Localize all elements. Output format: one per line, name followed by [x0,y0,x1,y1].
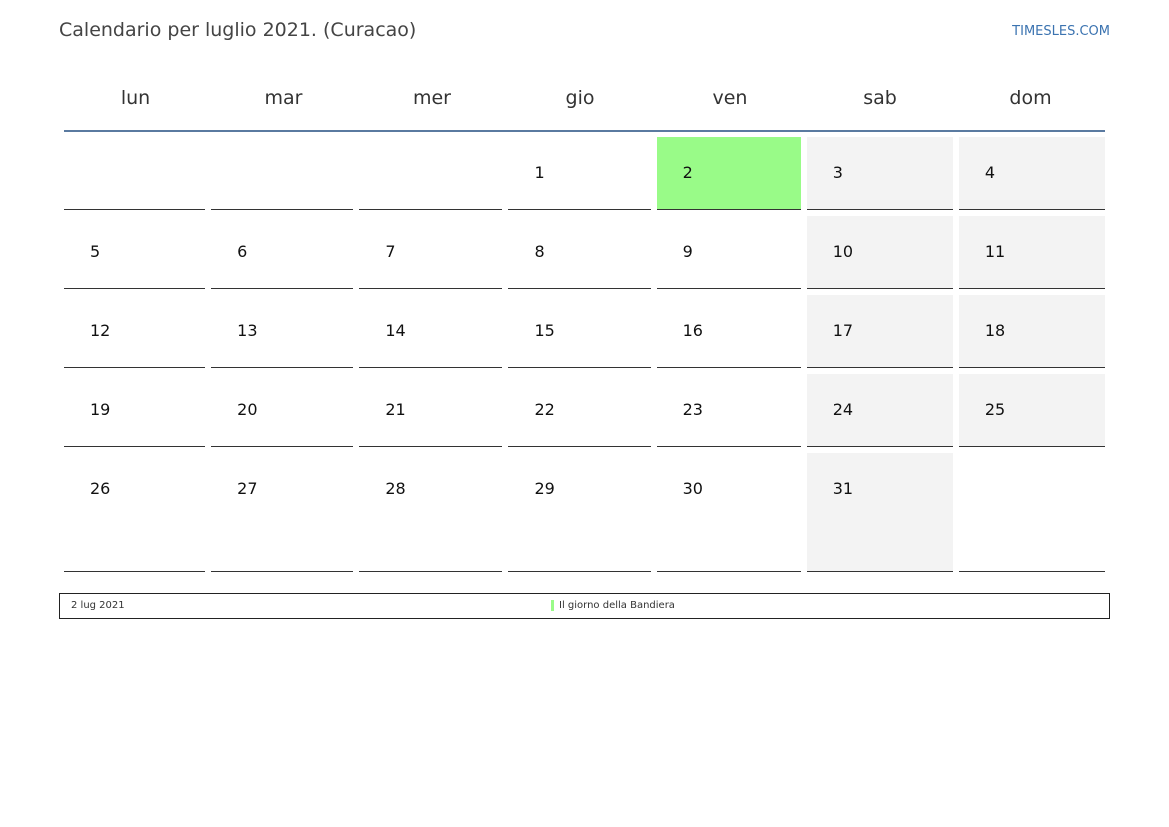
day-number: 29 [534,479,555,498]
weekday-label: gio [565,87,595,109]
calendar-empty-cell [958,453,1105,572]
calendar-day[interactable]: 26 [64,453,206,572]
calendar-week-row: 5 6 7 8 9 10 11 [64,216,1105,289]
calendar-day[interactable]: 24 [806,374,953,447]
day-number: 4 [984,163,996,182]
calendar-day[interactable]: 7 [359,216,503,289]
calendar-day[interactable]: 1 [508,137,651,210]
weekday-label: mar [264,87,303,109]
legend-holiday-name: Il giorno della Bandiera [559,600,675,611]
day-number: 2 [682,163,693,182]
calendar-week-row: 26 27 28 29 30 31 [64,453,1105,572]
day-number: 10 [832,242,854,261]
day-number: 7 [385,242,396,261]
calendar: lun mar mer gio ven sab dom 1 2 3 4 5 6 7 8 9 10 1… [64,75,1105,578]
calendar-day[interactable]: 8 [508,216,651,289]
calendar-day[interactable]: 13 [211,295,354,368]
day-number: 23 [682,400,703,419]
day-number: 22 [534,400,555,419]
calendar-week-row: 1 2 3 4 [64,137,1105,210]
calendar-day-holiday[interactable]: 2 [656,137,801,210]
weekday-label: dom [1009,87,1052,109]
calendar-week-row: 19 20 21 22 23 24 25 [64,374,1105,447]
day-number: 19 [90,400,111,419]
day-number: 27 [237,479,258,498]
calendar-empty-cell [359,137,503,210]
weekday-label: mer [412,87,451,109]
day-number: 11 [984,242,1006,261]
day-number: 17 [832,321,854,340]
day-number: 13 [237,321,258,340]
calendar-day[interactable]: 30 [656,453,801,572]
day-number: 15 [534,321,555,340]
calendar-day[interactable]: 4 [958,137,1105,210]
calendar-day[interactable]: 23 [656,374,801,447]
calendar-empty-cell [64,137,206,210]
day-number: 6 [237,242,248,261]
calendar-day[interactable]: 10 [806,216,953,289]
day-number: 9 [682,242,693,261]
page-title: Calendario per luglio 2021. (Curacao) [59,19,417,41]
calendar-day[interactable]: 5 [64,216,206,289]
calendar-day[interactable]: 29 [508,453,651,572]
brand-link[interactable]: TIMESLES.COM [1012,24,1110,39]
day-number: 18 [984,321,1006,340]
holiday-legend: 2 lug 2021 Il giorno della Bandiera [59,593,1110,619]
calendar-day[interactable]: 11 [958,216,1105,289]
day-number: 20 [237,400,258,419]
weekday-header-row: lun mar mer gio ven sab dom [64,75,1105,132]
calendar-week-row: 12 13 14 15 16 17 18 [64,295,1105,368]
calendar-day[interactable]: 9 [656,216,801,289]
calendar-day[interactable]: 28 [359,453,503,572]
calendar-day[interactable]: 15 [508,295,651,368]
calendar-empty-cell [211,137,354,210]
calendar-day[interactable]: 18 [958,295,1105,368]
legend-date: 2 lug 2021 [71,600,125,611]
calendar-day[interactable]: 21 [359,374,503,447]
weekday-label: ven [712,87,748,109]
day-number: 25 [984,400,1006,419]
calendar-day[interactable]: 20 [211,374,354,447]
day-number: 24 [832,400,854,419]
day-number: 31 [832,479,854,498]
calendar-grid: 1 2 3 4 5 6 7 8 9 10 11 12 13 14 15 16 17 18 19 20 21 22 23 24 2… [64,137,1105,572]
day-number: 26 [90,479,111,498]
calendar-day[interactable]: 12 [64,295,206,368]
calendar-day[interactable]: 25 [958,374,1105,447]
day-number: 14 [385,321,406,340]
calendar-day[interactable]: 27 [211,453,354,572]
calendar-day[interactable]: 14 [359,295,503,368]
calendar-day[interactable]: 22 [508,374,651,447]
calendar-day[interactable]: 6 [211,216,354,289]
calendar-day[interactable]: 3 [806,137,953,210]
day-number: 1 [534,163,545,182]
day-number: 8 [534,242,545,261]
weekday-label: lun [120,87,151,109]
day-number: 12 [90,321,111,340]
day-number: 5 [90,242,101,261]
day-number: 3 [832,163,843,182]
day-number: 30 [682,479,703,498]
calendar-day[interactable]: 16 [656,295,801,368]
calendar-day[interactable]: 31 [806,453,953,572]
legend-color-swatch [551,600,554,611]
day-number: 21 [385,400,406,419]
calendar-day[interactable]: 19 [64,374,206,447]
day-number: 16 [682,321,703,340]
day-number: 28 [385,479,406,498]
weekday-label: sab [863,87,897,109]
calendar-day[interactable]: 17 [806,295,953,368]
